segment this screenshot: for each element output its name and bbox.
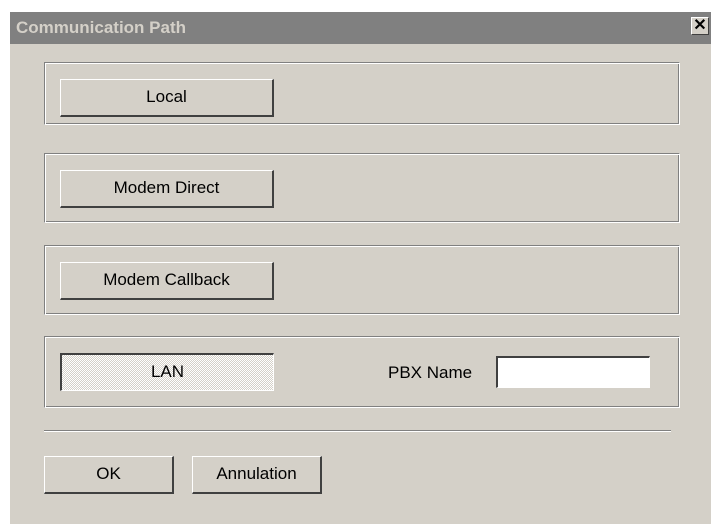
pbx-name-label: PBX Name	[388, 363, 473, 382]
window-title: Communication Path	[16, 18, 187, 37]
modem-callback-button[interactable]: Modem Callback	[60, 262, 274, 300]
annulation-button[interactable]: Annulation	[192, 456, 322, 494]
modem-callback-button-label: Modem Callback	[103, 270, 230, 289]
pbx-name-input[interactable]	[496, 356, 650, 388]
lan-button-label: LAN	[150, 362, 185, 381]
close-icon[interactable]: ✕	[691, 17, 709, 35]
separator	[44, 430, 671, 432]
ok-button-label: OK	[96, 464, 121, 483]
modem-direct-button-label: Modem Direct	[113, 178, 220, 197]
local-button[interactable]: Local	[60, 79, 274, 117]
annulation-button-label: Annulation	[216, 464, 297, 483]
modem-direct-button[interactable]: Modem Direct	[60, 170, 274, 208]
ok-button[interactable]: OK	[44, 456, 174, 494]
local-button-label: Local	[146, 87, 187, 106]
title-bar[interactable]: Communication Path ✕	[10, 12, 711, 44]
lan-button[interactable]: LAN	[60, 353, 274, 391]
